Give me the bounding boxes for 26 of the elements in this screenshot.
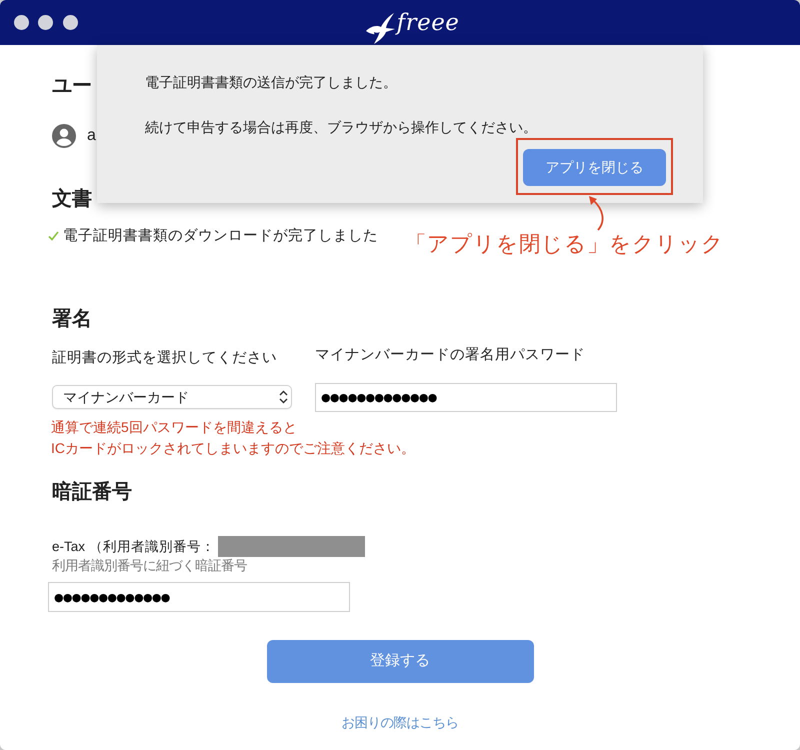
pointer-arrow — [589, 196, 604, 231]
field-label: 証明書の形式を選択してください — [52, 349, 277, 368]
chevron-up-down-icon — [279, 390, 288, 404]
field-label: e-Tax （利用者識別番号： — [52, 538, 215, 556]
warning-text: ICカードがロックされてしまいますのでご注意ください。 — [51, 439, 415, 458]
logo-wordmark: freee — [396, 8, 460, 36]
account-name: a — [87, 126, 96, 146]
minimize-window-icon[interactable] — [38, 15, 53, 30]
signature-password-field[interactable]: ●●●●●●●●●●●●● — [315, 383, 617, 412]
section-heading: 署名 — [52, 307, 92, 332]
annotation-text: 「アプリを閉じる」をクリック — [405, 231, 724, 258]
download-status-text: 電子証明書書類のダウンロードが完了しました — [63, 226, 378, 246]
close-window-icon[interactable] — [14, 15, 28, 30]
dialog-message: 電子証明書書類の送信が完了しました。 — [145, 73, 397, 92]
field-hint: 利用者識別番号に紐づく暗証番号 — [52, 557, 247, 575]
certificate-format-select[interactable]: マイナンバーカード — [52, 385, 292, 409]
dialog-message: 続けて申告する場合は再度、ブラウザから操作してください。 — [145, 118, 537, 137]
section-heading: 暗証番号 — [52, 480, 132, 505]
section-heading: 文書 — [52, 186, 92, 212]
check-icon — [48, 231, 59, 241]
section-heading: ユー — [52, 74, 92, 99]
zoom-window-icon[interactable] — [62, 15, 78, 30]
user-avatar-icon — [52, 124, 76, 148]
warning-text: 通算で連続5回パスワードを間違えると — [51, 418, 298, 437]
pin-field[interactable]: ●●●●●●●●●●●●● — [48, 582, 350, 612]
field-label: マイナンバーカードの署名用パスワード — [315, 346, 585, 365]
